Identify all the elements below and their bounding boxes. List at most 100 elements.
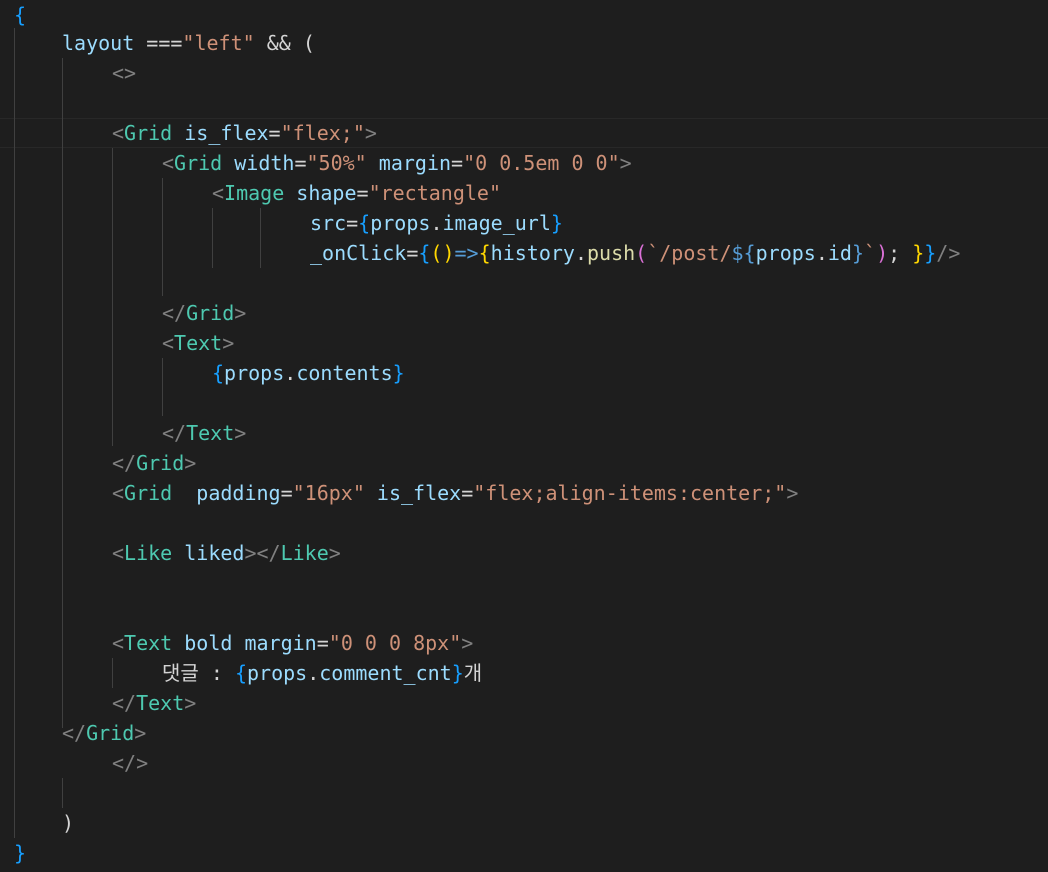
code-token: Like	[280, 541, 329, 565]
code-line: <Text>	[162, 328, 234, 358]
code-token: =	[316, 631, 329, 655]
code-token: >	[234, 301, 247, 325]
code-token: layout	[62, 31, 135, 55]
code-token: =	[461, 481, 474, 505]
code-line: {	[14, 0, 26, 30]
code-token: =	[356, 181, 369, 205]
code-token: bold	[172, 631, 233, 655]
code-token: Like	[124, 541, 173, 565]
indent-guide-line	[112, 658, 113, 688]
code-line: </Text>	[162, 418, 246, 448]
code-token: push	[587, 241, 636, 265]
code-token: }	[392, 361, 405, 385]
code-token: <	[212, 181, 225, 205]
code-token: >	[786, 481, 799, 505]
code-line: </Grid>	[112, 448, 196, 478]
code-token: <	[162, 331, 175, 355]
code-editor[interactable]: {layout ==="left" && (<> <Grid is_flex="f…	[0, 0, 1048, 872]
code-token: Grid	[124, 481, 173, 505]
code-token: "50%"	[306, 151, 367, 175]
code-token: =	[268, 121, 281, 145]
code-token: =	[406, 241, 419, 265]
code-token: }	[912, 241, 925, 265]
code-token: <	[112, 481, 125, 505]
code-token: "flex;"	[280, 121, 365, 145]
code-token: "16px"	[292, 481, 365, 505]
code-token: Grid	[186, 301, 235, 325]
code-token: <	[112, 121, 125, 145]
code-token: Grid	[136, 451, 185, 475]
code-token: Text	[186, 421, 235, 445]
code-token: "flex;align-items:center;"	[473, 481, 787, 505]
code-token: }	[924, 241, 937, 265]
indent-guide-line	[162, 178, 163, 296]
code-token: ()	[430, 241, 455, 265]
indent-guide-line	[62, 778, 63, 808]
code-token: />	[936, 241, 961, 265]
code-token: >	[328, 541, 341, 565]
code-line: </Text>	[112, 688, 196, 718]
code-token: </	[162, 301, 187, 325]
code-token: (	[635, 241, 648, 265]
code-line: }	[14, 838, 26, 868]
code-token: props	[224, 361, 285, 385]
code-line: )	[62, 808, 74, 838]
indent-guide-line	[212, 208, 213, 268]
code-token: }	[14, 841, 27, 865]
code-line: <Text bold margin="0 0 0 8px">	[112, 628, 473, 658]
code-token: "rectangle"	[368, 181, 502, 205]
indent-guide-line	[62, 58, 63, 728]
code-token: "left"	[182, 31, 255, 55]
code-token: </>	[112, 751, 149, 775]
code-token: ===	[134, 31, 183, 55]
code-token: padding	[172, 481, 281, 505]
code-token: {	[418, 241, 431, 265]
code-token: `/post/	[647, 241, 732, 265]
code-token: _onClick	[310, 241, 407, 265]
code-token: {	[234, 661, 247, 685]
code-token: </	[162, 421, 187, 445]
code-token: src	[310, 211, 347, 235]
code-token: </	[62, 721, 87, 745]
code-token: ></	[244, 541, 281, 565]
indent-guide-line	[260, 208, 261, 268]
code-token: }	[451, 661, 464, 685]
code-token: >	[364, 121, 377, 145]
code-token: Grid	[86, 721, 135, 745]
code-token: comment_cnt	[319, 661, 452, 685]
code-token: props	[755, 241, 816, 265]
code-line: <Grid width="50%" margin="0 0.5em 0 0">	[162, 148, 632, 178]
code-token: >	[461, 631, 474, 655]
code-token: Grid	[124, 121, 173, 145]
code-line: </Grid>	[62, 718, 146, 748]
code-token: props	[246, 661, 308, 685]
code-token: >	[222, 331, 235, 355]
code-token: props	[370, 211, 431, 235]
code-token: &&	[254, 31, 303, 55]
code-token: >	[134, 721, 147, 745]
code-token: ;	[888, 241, 913, 265]
code-token: )	[62, 811, 75, 835]
code-token: Text	[174, 331, 223, 355]
code-token: margin	[232, 631, 317, 655]
code-token: >	[619, 151, 632, 175]
code-token: <	[162, 151, 175, 175]
code-token: >	[234, 421, 247, 445]
code-line: {props.contents}	[212, 358, 405, 388]
code-token: id	[827, 241, 852, 265]
code-line: <Like liked></Like>	[112, 538, 341, 568]
code-token: =	[451, 151, 464, 175]
code-token: <>	[112, 61, 137, 85]
indent-guide-line	[162, 358, 163, 416]
code-token: <	[112, 631, 125, 655]
code-line: <Grid padding="16px" is_flex="flex;align…	[112, 478, 798, 508]
code-token: {	[478, 241, 491, 265]
code-token: margin	[366, 151, 452, 175]
code-token: <	[112, 541, 125, 565]
code-token: Text	[136, 691, 185, 715]
code-token: Text	[124, 631, 173, 655]
code-token: "0 0.5em 0 0"	[463, 151, 620, 175]
code-line: src={props.image_url}	[310, 208, 563, 238]
code-token: >	[184, 691, 197, 715]
code-token: {	[212, 361, 225, 385]
